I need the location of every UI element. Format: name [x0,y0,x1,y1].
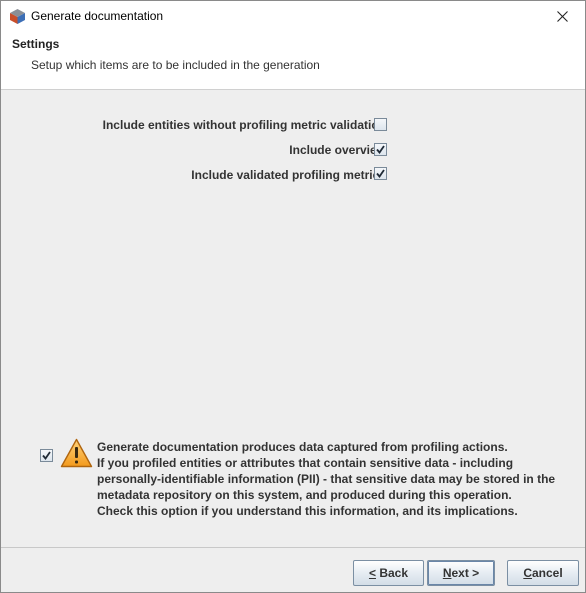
warning-line: Generate documentation produces data cap… [97,440,508,454]
next-button-mnemonic: N [442,566,452,580]
option-label: Include overview [289,143,386,157]
warning-line: metadata repository on this system, and … [97,488,512,502]
page-header: Settings Setup which items are to be inc… [1,32,585,90]
option-row-overview: Include overview [289,142,386,158]
include-validated-metrics-checkbox[interactable] [374,167,387,180]
warning-line: personally-identifiable information (PII… [97,472,556,486]
warning-line: Check this option if you understand this… [97,504,518,518]
cancel-button-label: ancel [531,566,563,580]
back-button-mnemonic: < [368,566,376,580]
window-title: Generate documentation [31,9,164,23]
footer-separator [1,547,585,548]
next-button[interactable]: Next > [427,560,495,586]
warning-line: If you profiled entities or attributes t… [97,456,514,470]
title-bar: Generate documentation [1,1,585,32]
app-logo-icon [10,9,25,24]
sensitive-data-warning: Generate documentation produces data cap… [97,439,567,519]
next-button-label: ext > [451,566,480,580]
page-title: Settings [12,37,60,51]
cancel-button-mnemonic: C [523,566,532,580]
acknowledge-sensitive-data-checkbox[interactable] [40,449,53,462]
checkmark-icon [376,145,385,154]
cancel-button[interactable]: Cancel [507,560,579,586]
option-row-validated-metrics: Include validated profiling metrics [191,167,386,183]
warning-icon [60,438,93,468]
checkmark-icon [376,169,385,178]
include-overview-checkbox[interactable] [374,143,387,156]
close-icon [556,11,568,22]
option-label: Include entities without profiling metri… [102,118,386,132]
page-description: Setup which items are to be included in … [31,58,320,72]
include-entities-without-validation-checkbox[interactable] [374,118,387,131]
back-button-label: Back [375,566,409,580]
option-label: Include validated profiling metrics [191,168,386,182]
back-button[interactable]: < Back [353,560,424,586]
option-row-entities-without-validation: Include entities without profiling metri… [103,117,386,133]
dialog-window: Generate documentation Settings Setup wh… [0,0,586,593]
close-button[interactable] [539,1,585,32]
checkmark-icon [42,451,51,460]
